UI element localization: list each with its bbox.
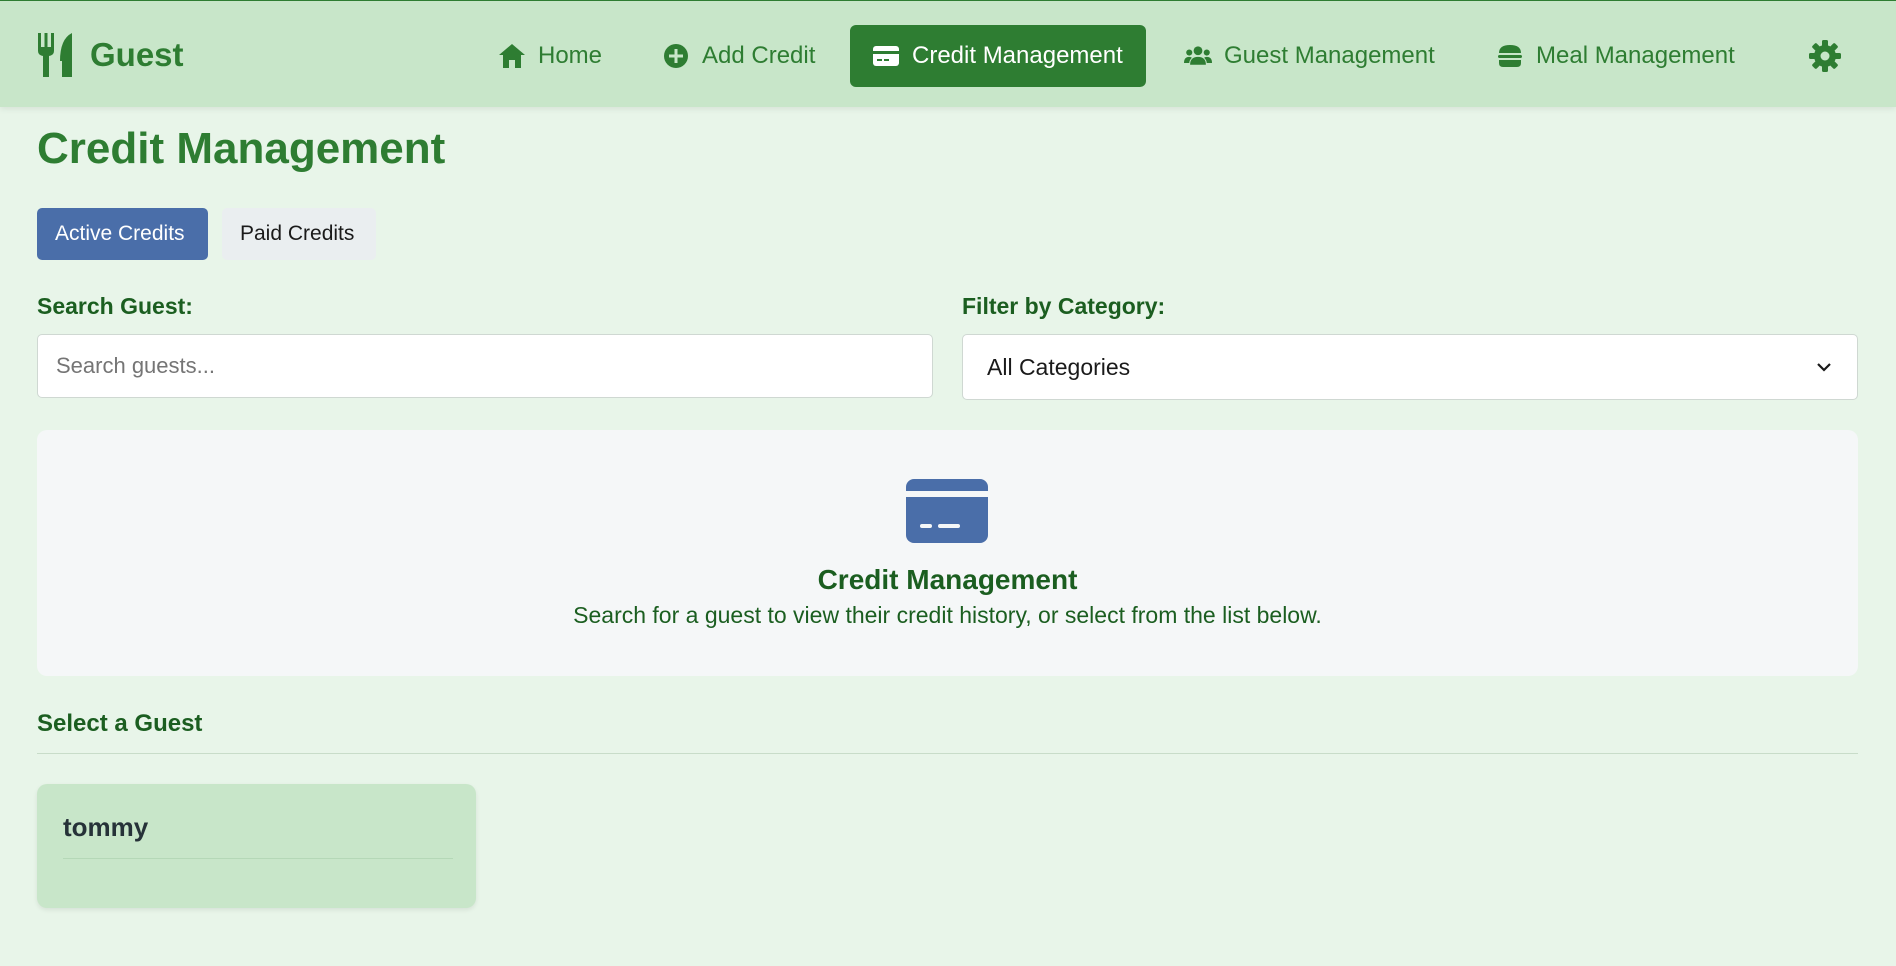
nav-meal-management-label: Meal Management — [1536, 42, 1735, 69]
gear-icon — [1809, 40, 1841, 72]
info-card-title: Credit Management — [817, 564, 1078, 595]
top-navbar: Guest Home Add Credit Credit Management … — [0, 0, 1896, 107]
page-title: Credit Management — [37, 124, 446, 173]
nav-links: Home Add Credit Credit Management Guest … — [0, 25, 1896, 87]
guest-card-divider — [63, 858, 453, 859]
home-icon — [499, 44, 525, 68]
credit-card-icon — [906, 479, 988, 543]
guest-card[interactable]: tommy — [37, 784, 476, 908]
search-label: Search Guest: — [37, 293, 193, 319]
tab-paid-credits[interactable]: Paid Credits — [222, 208, 376, 260]
nav-credit-management[interactable]: Credit Management — [850, 25, 1146, 87]
category-select-value: All Categories — [987, 353, 1131, 380]
chevron-down-icon — [1817, 363, 1831, 372]
info-card: Credit Management Search for a guest to … — [37, 430, 1858, 676]
plus-circle-icon — [664, 44, 688, 68]
credit-card-icon — [873, 46, 899, 66]
users-icon — [1184, 46, 1212, 65]
guest-name: tommy — [63, 812, 149, 842]
burger-icon — [1498, 45, 1522, 67]
nav-home-label: Home — [538, 42, 603, 69]
nav-guest-management[interactable]: Guest Management — [1162, 25, 1457, 87]
nav-add-credit[interactable]: Add Credit — [640, 25, 837, 87]
select-guest-heading: Select a Guest — [37, 710, 203, 737]
nav-meal-management[interactable]: Meal Management — [1474, 25, 1757, 87]
filter-label: Filter by Category: — [962, 293, 1166, 319]
section-divider — [37, 753, 1858, 754]
settings-button[interactable] — [1808, 39, 1842, 73]
nav-home[interactable]: Home — [476, 25, 624, 87]
nav-credit-management-label: Credit Management — [912, 42, 1123, 69]
nav-add-credit-label: Add Credit — [702, 42, 816, 69]
search-input[interactable] — [37, 334, 933, 398]
category-select[interactable]: All Categories — [962, 334, 1858, 400]
tab-active-credits[interactable]: Active Credits — [37, 208, 208, 260]
nav-guest-management-label: Guest Management — [1224, 42, 1435, 69]
info-card-subtitle: Search for a guest to view their credit … — [573, 602, 1322, 628]
